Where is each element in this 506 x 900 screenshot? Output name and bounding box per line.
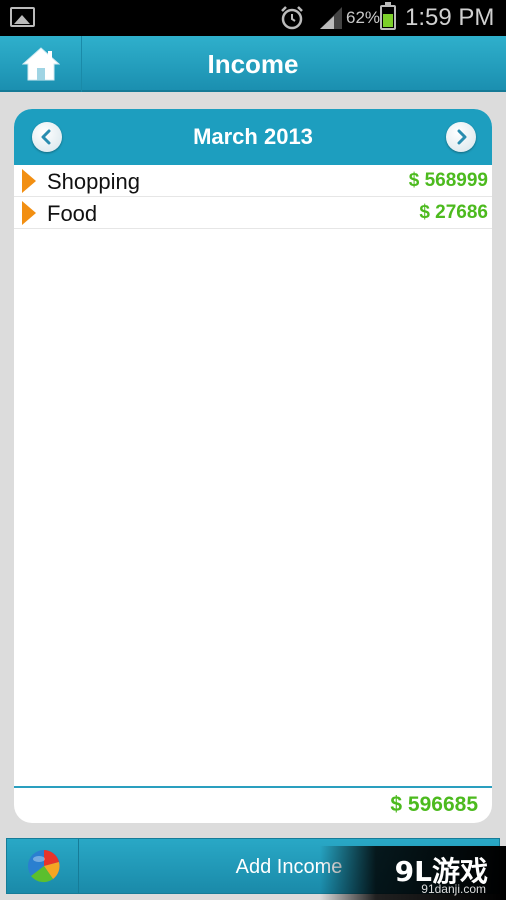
signal-icon xyxy=(320,7,342,29)
watermark-site: 91danji.com xyxy=(421,882,486,896)
page-title: Income xyxy=(207,49,299,79)
total-amount: $ 596685 xyxy=(390,793,478,816)
battery-percent: 62% xyxy=(346,8,381,27)
status-clock: 1:59 PM xyxy=(405,4,495,31)
pie-chart-icon xyxy=(28,850,60,883)
category-amount: $ 568999 xyxy=(408,170,488,191)
total-row: $ 596685 xyxy=(14,786,492,823)
month-label: March 2013 xyxy=(193,124,313,149)
list-item[interactable]: Food $ 27686 xyxy=(14,197,492,229)
category-amount: $ 27686 xyxy=(419,202,488,223)
chevron-right-icon xyxy=(457,129,467,145)
expand-arrow-icon xyxy=(22,201,36,225)
battery-fill xyxy=(383,13,393,27)
title-bar: Income xyxy=(0,36,506,92)
watermark: 9L游戏 91danji.com xyxy=(320,846,506,900)
category-name: Food xyxy=(47,201,98,226)
battery-icon xyxy=(380,2,396,30)
status-bar: 62% 1:59 PM xyxy=(0,0,506,36)
chart-button[interactable] xyxy=(7,839,79,893)
income-list: Shopping $ 568999 Food $ 27686 xyxy=(14,165,492,229)
alarm-icon xyxy=(281,6,303,30)
gallery-icon xyxy=(10,7,35,27)
income-panel: March 2013 Shopping $ 568999 Food $ 2768… xyxy=(14,109,492,823)
month-header: March 2013 xyxy=(14,109,492,165)
next-month-button[interactable] xyxy=(446,122,476,152)
category-name: Shopping xyxy=(47,169,140,194)
expand-arrow-icon xyxy=(22,169,36,193)
list-item[interactable]: Shopping $ 568999 xyxy=(14,165,492,197)
